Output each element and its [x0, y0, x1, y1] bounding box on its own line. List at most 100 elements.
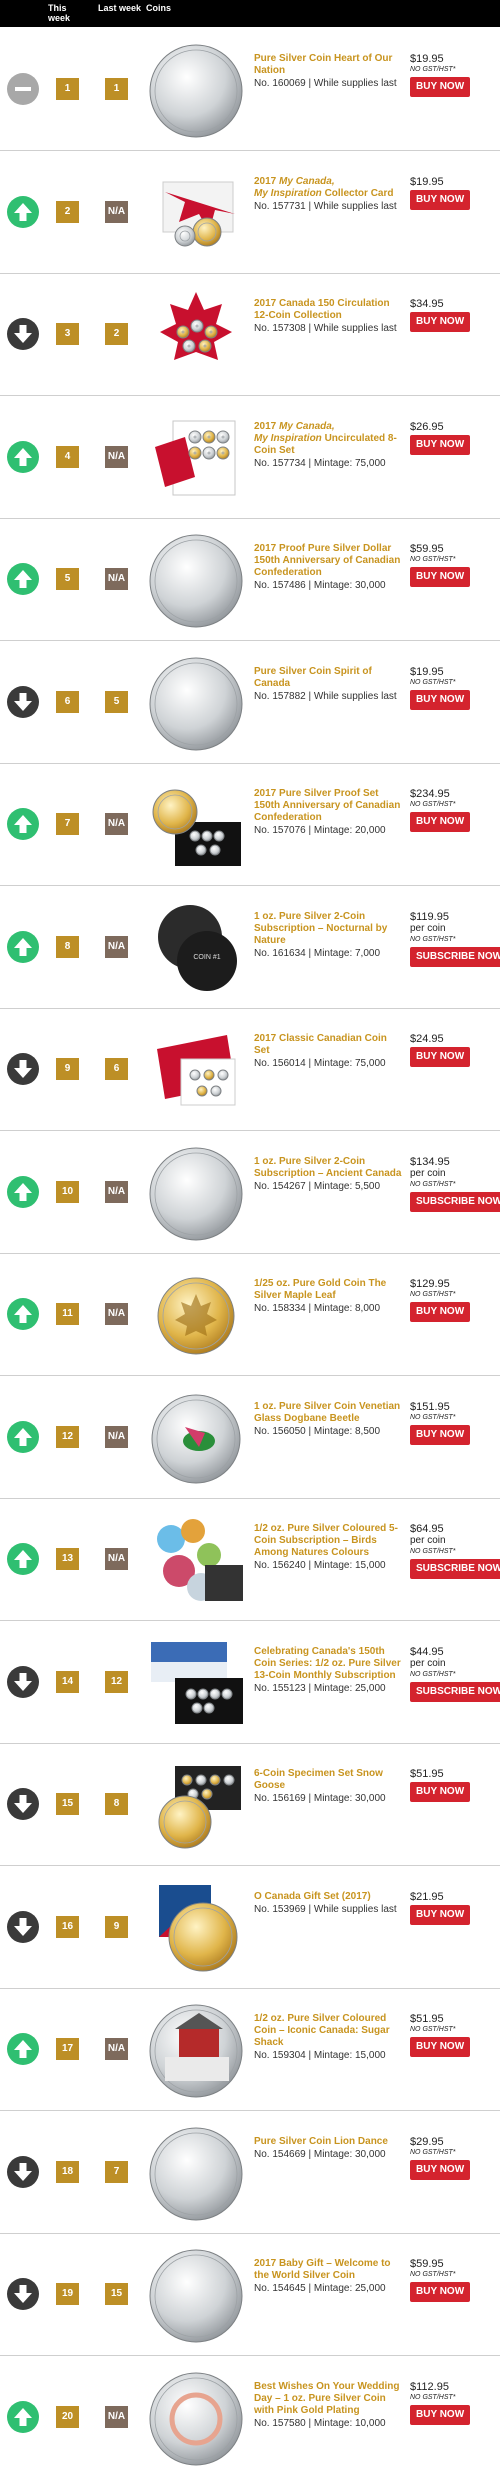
product-title[interactable]: 1/25 oz. Pure Gold Coin The Silver Maple… — [254, 1278, 404, 1302]
last-week-rank: 1 — [105, 78, 128, 100]
coin-thumbnail[interactable] — [145, 1509, 247, 1609]
product-title[interactable]: 2017 Classic Canadian Coin Set — [254, 1033, 404, 1057]
buy-now-button[interactable]: BUY NOW — [410, 2404, 471, 2425]
gst-note: NO GST/HST* — [410, 1291, 456, 1298]
price: $44.95 — [410, 1645, 444, 1658]
coin-thumbnail[interactable] — [145, 1019, 247, 1119]
coin-thumbnail[interactable] — [145, 2122, 247, 2222]
product-info: 1 oz. Pure Silver Coin Venetian Glass Do… — [254, 1401, 404, 1438]
coin-thumbnail[interactable] — [145, 162, 247, 262]
ranking-row: 11 N/A 1/25 oz. Pure Gold Coin The Silve… — [0, 1252, 500, 1376]
product-title[interactable]: Pure Silver Coin Lion Dance — [254, 2136, 404, 2148]
buy-now-button[interactable]: BUY NOW — [410, 567, 471, 587]
buy-now-button[interactable]: BUY NOW — [410, 2159, 471, 2180]
coin-thumbnail[interactable] — [145, 284, 247, 384]
last-week-rank: 5 — [105, 690, 128, 713]
buy-now-button[interactable]: BUY NOW — [410, 312, 471, 332]
price: $19.95 — [410, 53, 444, 65]
coin-thumbnail[interactable] — [145, 1387, 247, 1487]
product-info: O Canada Gift Set (2017) No. 153969 | Wh… — [254, 1891, 404, 1916]
buy-now-button[interactable]: BUY NOW — [410, 689, 471, 710]
product-info: 2017 Baby Gift – Welcome to the World Si… — [254, 2258, 404, 2295]
coin-thumbnail[interactable] — [145, 1632, 247, 1732]
last-week-rank: 15 — [105, 2283, 128, 2305]
product-meta: No. 157882 | While supplies last — [254, 690, 397, 702]
coin-thumbnail[interactable]: COIN #1 — [145, 897, 247, 997]
product-title[interactable]: Pure Silver Coin Spirit of Canada — [254, 666, 404, 690]
purchase-area: $51.95 BUY NOW — [410, 1768, 500, 1802]
purchase-area: $19.95 NO GST/HST* BUY NOW — [410, 666, 500, 710]
buy-now-button[interactable]: BUY NOW — [410, 434, 471, 455]
last-week-rank: 8 — [105, 1793, 128, 1815]
product-title[interactable]: Best Wishes On Your Wedding Day – 1 oz. … — [254, 2381, 404, 2417]
buy-now-button[interactable]: BUY NOW — [410, 1302, 471, 1322]
product-title[interactable]: O Canada Gift Set (2017) — [254, 1891, 404, 1903]
coin-thumbnail[interactable] — [145, 1999, 247, 2099]
coin-thumbnail[interactable] — [145, 407, 247, 507]
arrow-down-icon — [7, 1053, 39, 1085]
product-title[interactable]: 2017 Pure Silver Proof Set 150th Anniver… — [254, 788, 404, 824]
subscribe-now-button[interactable]: SUBSCRIBE NOW — [410, 1191, 500, 1212]
coin-thumbnail[interactable] — [145, 1142, 247, 1242]
buy-now-button[interactable]: BUY NOW — [410, 2037, 471, 2057]
buy-now-button[interactable]: BUY NOW — [410, 189, 471, 210]
ranking-row: 8 N/A COIN #1 1 oz. Pure Silver 2-Coin S… — [0, 885, 500, 1009]
this-week-rank: 8 — [56, 935, 79, 958]
arrow-up-icon — [7, 930, 39, 963]
subscribe-now-button[interactable]: SUBSCRIBE NOW — [410, 1559, 500, 1579]
no-change-icon — [7, 73, 39, 105]
buy-now-button[interactable]: BUY NOW — [410, 1047, 471, 1067]
last-week-rank: N/A — [105, 1548, 128, 1570]
coin-thumbnail[interactable] — [145, 39, 247, 139]
product-meta: No. 157734 | Mintage: 75,000 — [254, 457, 386, 469]
this-week-rank: 17 — [56, 2038, 79, 2060]
product-title[interactable]: 2017 My Canada, My Inspiration Uncirculat… — [254, 421, 404, 457]
product-title[interactable]: 1 oz. Pure Silver 2-Coin Subscription – … — [254, 911, 404, 947]
buy-now-button[interactable]: BUY NOW — [410, 1782, 471, 1802]
coin-thumbnail[interactable] — [145, 774, 247, 874]
product-title[interactable]: 2017 My Canada, My Inspiration Collector … — [254, 176, 404, 200]
buy-now-button[interactable]: BUY NOW — [410, 1424, 471, 1445]
ranking-row: 5 N/A 2017 Proof Pure Silver Dollar 150t… — [0, 517, 500, 641]
price: $34.95 — [410, 298, 444, 310]
product-title[interactable]: 6-Coin Specimen Set Snow Goose — [254, 1768, 404, 1792]
this-week-rank: 6 — [56, 690, 79, 713]
buy-now-button[interactable]: BUY NOW — [410, 1904, 471, 1925]
coin-thumbnail[interactable] — [145, 2244, 247, 2344]
product-title[interactable]: 2017 Proof Pure Silver Dollar 150th Anni… — [254, 543, 404, 579]
price: $19.95 — [410, 175, 444, 188]
coin-thumbnail[interactable] — [145, 1877, 247, 1977]
coin-thumbnail[interactable] — [145, 1754, 247, 1854]
product-title[interactable]: 1 oz. Pure Silver 2-Coin Subscription – … — [254, 1156, 404, 1180]
product-title[interactable]: 2017 Baby Gift – Welcome to the World Si… — [254, 2258, 404, 2282]
last-week-rank: N/A — [105, 1425, 128, 1448]
product-title[interactable]: 1/2 oz. Pure Silver Coloured 5-Coin Subs… — [254, 1523, 404, 1559]
this-week-rank: 13 — [56, 1548, 79, 1570]
product-title[interactable]: 1/2 oz. Pure Silver Coloured Coin – Icon… — [254, 2013, 404, 2049]
coin-thumbnail[interactable] — [145, 652, 247, 752]
buy-now-button[interactable]: BUY NOW — [410, 812, 471, 832]
product-title[interactable]: 1 oz. Pure Silver Coin Venetian Glass Do… — [254, 1401, 404, 1425]
coin-thumbnail[interactable] — [145, 529, 247, 629]
ranking-row: 6 5 Pure Silver Coin Spirit of Canada No… — [0, 640, 500, 764]
product-title[interactable]: Celebrating Canada's 150th Coin Series: … — [254, 1646, 404, 1682]
last-week-rank: N/A — [105, 1303, 128, 1325]
subscribe-now-button[interactable]: SUBSCRIBE NOW — [410, 946, 500, 967]
last-week-rank: 9 — [105, 1915, 128, 1938]
last-week-rank: N/A — [105, 2038, 128, 2060]
product-info: 2017 Canada 150 Circulation 12-Coin Coll… — [254, 298, 404, 335]
arrow-down-icon — [7, 318, 39, 350]
gst-note: NO GST/HST* — [410, 66, 456, 73]
buy-now-button[interactable]: BUY NOW — [410, 77, 471, 97]
ranking-row: 10 N/A 1 oz. Pure Silver 2-Coin Subscrip… — [0, 1130, 500, 1254]
subscribe-now-button[interactable]: SUBSCRIBE NOW — [410, 1681, 500, 1702]
gst-note: NO GST/HST* — [410, 2148, 456, 2156]
coin-thumbnail[interactable] — [145, 1264, 247, 1364]
ranking-row: 9 6 2017 Classic Canadian Coin Set No. 1… — [0, 1007, 500, 1131]
product-meta: No. 157076 | Mintage: 20,000 — [254, 825, 386, 836]
product-title[interactable]: Pure Silver Coin Heart of Our Nation — [254, 53, 404, 77]
coin-thumbnail[interactable] — [145, 2367, 247, 2467]
buy-now-button[interactable]: BUY NOW — [410, 2282, 471, 2302]
product-title[interactable]: 2017 Canada 150 Circulation 12-Coin Coll… — [254, 298, 404, 322]
gst-note: NO GST/HST* — [410, 1548, 456, 1555]
